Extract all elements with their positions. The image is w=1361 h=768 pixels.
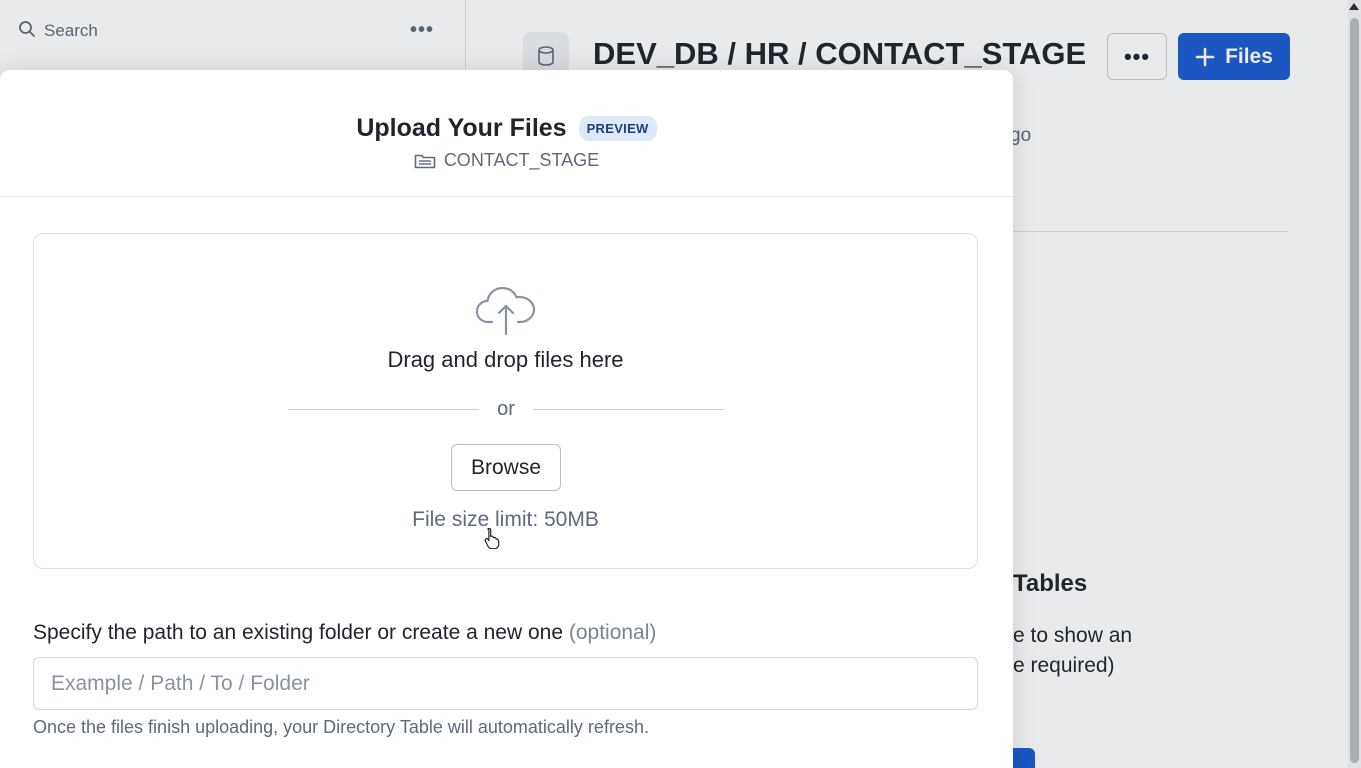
cloud-upload-icon bbox=[475, 286, 536, 336]
or-divider: or bbox=[288, 397, 725, 421]
hand-pointer-cursor-icon bbox=[484, 527, 500, 549]
divider-line bbox=[532, 408, 725, 410]
folder-path-label: Specify the path to an existing folder o… bbox=[33, 621, 656, 645]
browse-button[interactable]: Browse bbox=[451, 444, 561, 491]
optional-tag: (optional) bbox=[568, 621, 657, 644]
modal-title: Upload Your Files bbox=[356, 114, 567, 142]
divider-line bbox=[288, 408, 480, 410]
folder-path-label-text: Specify the path to an existing folder o… bbox=[33, 621, 563, 644]
modal-subtitle: CONTACT_STAGE bbox=[0, 150, 1013, 171]
folder-path-input[interactable] bbox=[33, 657, 978, 710]
preview-badge: PREVIEW bbox=[578, 116, 657, 141]
stage-folder-icon bbox=[414, 154, 436, 168]
drag-drop-text: Drag and drop files here bbox=[387, 347, 624, 372]
modal-header: Upload Your Files PREVIEW CONTACT_STAGE bbox=[0, 70, 1013, 197]
or-text: or bbox=[497, 397, 515, 420]
modal-title-row: Upload Your Files PREVIEW bbox=[0, 114, 1013, 143]
upload-files-modal: Upload Your Files PREVIEW CONTACT_STAGE … bbox=[0, 70, 1013, 768]
file-dropzone[interactable]: Drag and drop files here or Browse File … bbox=[33, 233, 978, 569]
file-size-limit: File size limit: 50MB bbox=[412, 508, 599, 531]
stage-name: CONTACT_STAGE bbox=[443, 150, 600, 170]
refresh-help-text: Once the files finish uploading, your Di… bbox=[33, 717, 649, 737]
